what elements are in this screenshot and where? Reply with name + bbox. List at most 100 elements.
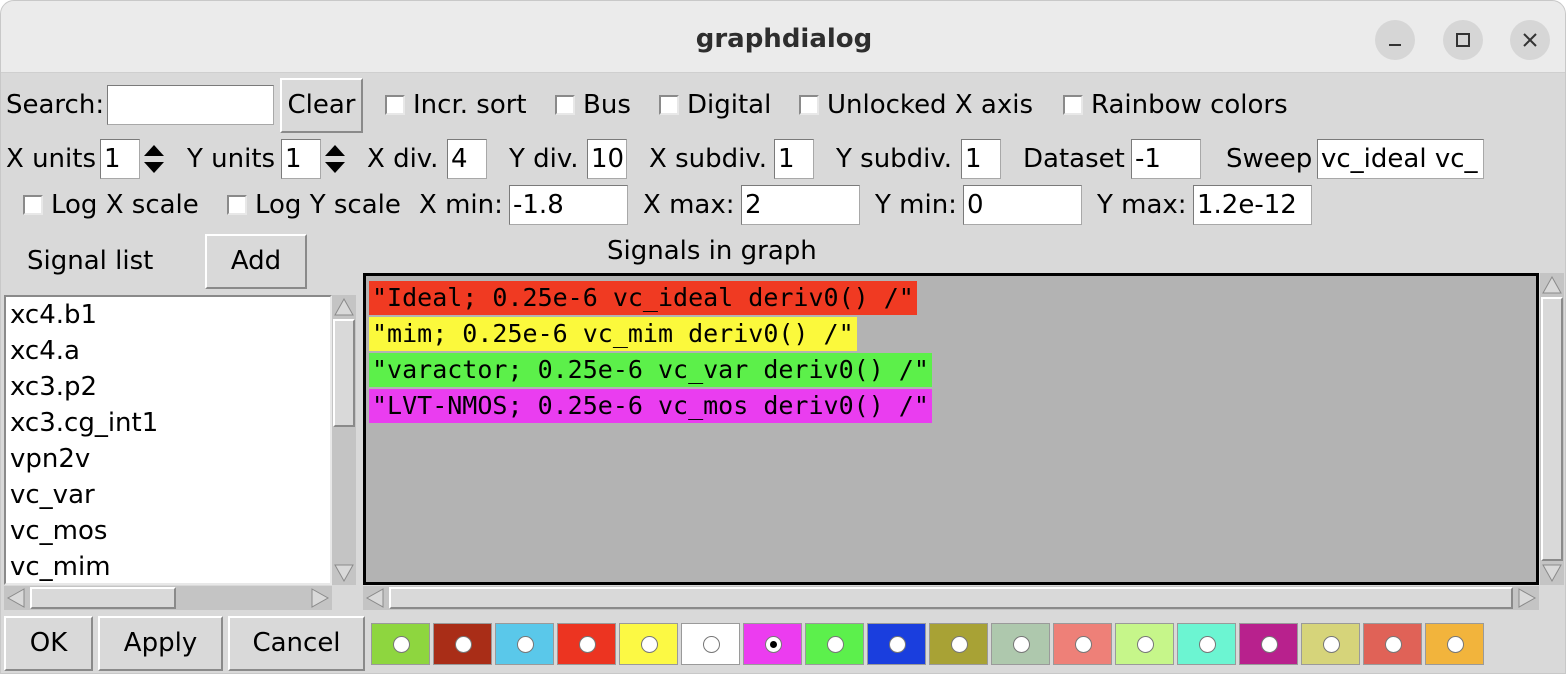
color-swatch[interactable] [433, 623, 492, 665]
y-units-input[interactable]: 1 [281, 139, 321, 179]
signal-list-item[interactable]: xc4.b1 [6, 297, 330, 333]
color-swatch[interactable] [1177, 623, 1236, 665]
color-radio-icon[interactable] [1013, 636, 1030, 653]
log-y-scale-checkbox[interactable] [227, 195, 247, 215]
scroll-down-arrow-icon[interactable] [332, 561, 356, 585]
bus-checkbox[interactable] [555, 95, 575, 115]
color-radio-icon[interactable] [1075, 636, 1092, 653]
graph-signal-line[interactable]: "varactor; 0.25e-6 vc_var deriv0() /" [369, 353, 932, 387]
color-radio-icon[interactable] [1199, 636, 1216, 653]
signal-list-item[interactable]: xc3.cg_int1 [6, 405, 330, 441]
color-radio-icon[interactable] [1447, 636, 1464, 653]
signal-list-item[interactable]: vc_mim [6, 549, 330, 583]
color-swatch[interactable] [1053, 623, 1112, 665]
graph-signals-vscroll-thumb[interactable] [1541, 297, 1563, 561]
signal-list-item[interactable]: xc3.p2 [6, 369, 330, 405]
color-radio-icon[interactable] [765, 636, 782, 653]
cancel-button[interactable]: Cancel [228, 616, 365, 671]
graph-signals-textarea[interactable]: "Ideal; 0.25e-6 vc_ideal deriv0() /" "mim… [363, 273, 1539, 585]
graph-signals-vscrollbar[interactable] [1540, 273, 1564, 585]
color-swatch[interactable] [1301, 623, 1360, 665]
scroll-left-arrow-icon[interactable] [363, 586, 387, 610]
apply-button[interactable]: Apply [98, 616, 223, 671]
color-swatch[interactable] [1239, 623, 1298, 665]
color-swatch[interactable] [805, 623, 864, 665]
color-radio-icon[interactable] [1385, 636, 1402, 653]
maximize-button[interactable] [1443, 20, 1483, 60]
close-button[interactable] [1510, 20, 1550, 60]
ok-button[interactable]: OK [4, 616, 93, 671]
color-radio-icon[interactable] [951, 636, 968, 653]
dataset-input[interactable]: -1 [1131, 139, 1201, 179]
graph-signal-line[interactable]: "LVT-NMOS; 0.25e-6 vc_mos deriv0() /" [369, 389, 932, 423]
color-swatch[interactable] [1425, 623, 1484, 665]
incr-sort-checkbox[interactable] [385, 95, 405, 115]
sweep-input[interactable]: vc_ideal vc_ [1317, 139, 1484, 179]
x-units-spinner-icon[interactable] [140, 139, 168, 179]
rainbow-colors-checkbox[interactable] [1063, 95, 1083, 115]
color-swatch[interactable] [495, 623, 554, 665]
color-swatch[interactable] [681, 623, 740, 665]
scroll-right-arrow-icon[interactable] [308, 586, 332, 610]
x-min-input[interactable]: -1.8 [509, 185, 628, 225]
graph-signals-hscroll-thumb[interactable] [389, 587, 1513, 609]
color-radio-icon[interactable] [889, 636, 906, 653]
color-radio-icon[interactable] [455, 636, 472, 653]
maximize-icon [1456, 33, 1470, 47]
x-subdiv-input[interactable]: 1 [774, 139, 814, 179]
scroll-down-arrow-icon[interactable] [1540, 561, 1564, 585]
y-subdiv-input[interactable]: 1 [961, 139, 1001, 179]
color-radio-icon[interactable] [393, 636, 410, 653]
y-min-input[interactable]: 0 [963, 185, 1082, 225]
x-div-input[interactable]: 4 [447, 139, 487, 179]
x-units-input[interactable]: 1 [100, 139, 140, 179]
color-radio-icon[interactable] [641, 636, 658, 653]
log-x-scale-checkbox[interactable] [23, 195, 43, 215]
scroll-up-arrow-icon[interactable] [332, 295, 356, 319]
scroll-right-arrow-icon[interactable] [1515, 586, 1539, 610]
graph-signal-line[interactable]: "Ideal; 0.25e-6 vc_ideal deriv0() /" [369, 281, 917, 315]
color-radio-icon[interactable] [1261, 636, 1278, 653]
color-swatch[interactable] [1363, 623, 1422, 665]
signal-list-item[interactable]: vc_var [6, 477, 330, 513]
signal-list-hscroll-thumb[interactable] [30, 587, 176, 609]
y-max-input[interactable]: 1.2e-12 [1193, 185, 1312, 225]
color-swatch[interactable] [867, 623, 926, 665]
y-div-input[interactable]: 10 [587, 139, 627, 179]
color-swatch[interactable] [371, 623, 430, 665]
graph-signal-line[interactable]: "mim; 0.25e-6 vc_mim deriv0() /" [369, 317, 857, 351]
x-units-label: X units [6, 144, 96, 174]
color-radio-icon[interactable] [1323, 636, 1340, 653]
color-swatch[interactable] [557, 623, 616, 665]
graph-signals-hscrollbar[interactable] [363, 586, 1539, 610]
color-radio-icon[interactable] [1137, 636, 1154, 653]
clear-button[interactable]: Clear [280, 78, 363, 133]
color-radio-icon[interactable] [579, 636, 596, 653]
y-units-spinner-icon[interactable] [321, 139, 349, 179]
color-swatch[interactable] [929, 623, 988, 665]
minimize-icon [1389, 44, 1401, 46]
signal-list-item[interactable]: vpn2v [6, 441, 330, 477]
color-radio-icon[interactable] [517, 636, 534, 653]
color-radio-icon[interactable] [703, 636, 720, 653]
x-max-input[interactable]: 2 [741, 185, 860, 225]
signal-listbox[interactable]: xc4.b1 xc4.a xc3.p2 xc3.cg_int1 vpn2v vc_var v… [4, 295, 332, 585]
color-swatch[interactable] [991, 623, 1050, 665]
digital-checkbox[interactable] [659, 95, 679, 115]
color-radio-icon[interactable] [827, 636, 844, 653]
search-input[interactable] [107, 85, 274, 125]
unlocked-x-axis-checkbox[interactable] [799, 95, 819, 115]
color-swatch[interactable] [619, 623, 678, 665]
signal-list-vscrollbar[interactable] [332, 295, 356, 585]
signal-list-vscroll-thumb[interactable] [333, 319, 355, 427]
scroll-left-arrow-icon[interactable] [4, 586, 28, 610]
title-bar: graphdialog [1, 1, 1565, 73]
scroll-up-arrow-icon[interactable] [1540, 273, 1564, 297]
signal-list-hscrollbar[interactable] [4, 586, 332, 610]
minimize-button[interactable] [1375, 20, 1415, 60]
add-button[interactable]: Add [205, 234, 307, 289]
color-swatch[interactable] [1115, 623, 1174, 665]
signal-list-item[interactable]: xc4.a [6, 333, 330, 369]
color-swatch[interactable] [743, 623, 802, 665]
signal-list-item[interactable]: vc_mos [6, 513, 330, 549]
